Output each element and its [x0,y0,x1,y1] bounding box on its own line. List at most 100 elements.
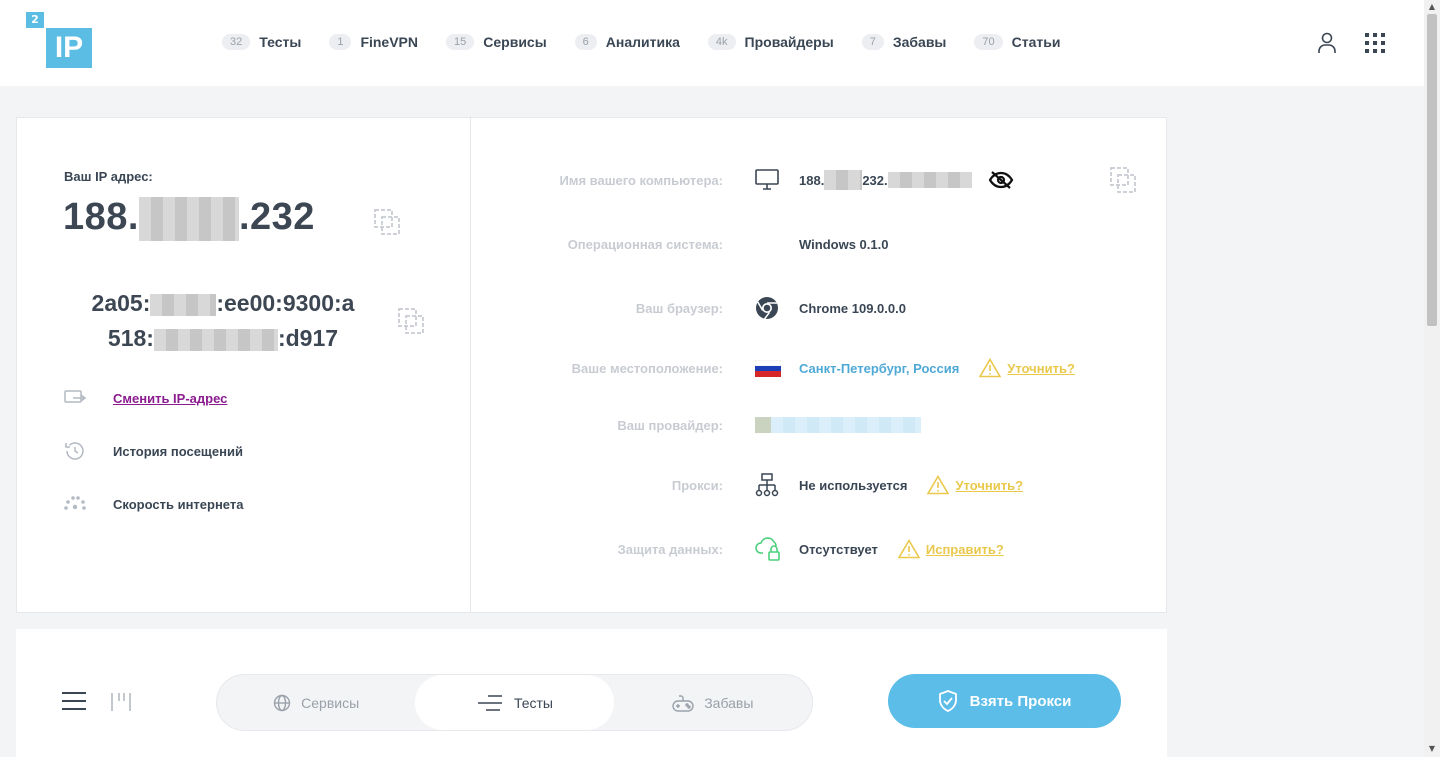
os-key: Операционная система: [567,236,723,252]
nav-label: Аналитика [605,34,680,50]
scroll-up-arrow-icon[interactable]: ▲ [1427,2,1437,12]
ipv4-prefix: 188. [63,196,139,238]
ipv6-address[interactable]: 2a05: :ee00:9300:a 518::d917 [63,286,383,356]
columns-view-icon[interactable] [110,691,132,713]
menu-hamburger-icon[interactable] [62,692,86,710]
provider-key: Ваш провайдер: [617,417,723,433]
nav-item-tests[interactable]: 32 Тесты [222,34,301,50]
tab-fun[interactable]: Забавы [614,675,812,730]
ipv4-suffix: .232 [238,196,315,238]
change-ip-label: Сменить IP-адрес [113,390,228,406]
ipv4-address[interactable]: 188. .232 [63,196,315,241]
location-refine-link[interactable]: Уточнить? [979,358,1075,378]
nav-label: FineVPN [360,34,419,50]
nav-item-analytics[interactable]: 6 Аналитика [574,34,680,50]
location-value[interactable]: Санкт-Петербург, Россия [799,361,959,376]
info-row-proxy: Прокси: Не используется Уточнить? [487,470,1147,500]
warning-icon [897,539,920,559]
nav-count: 4k [707,34,736,50]
russia-flag-icon [755,359,781,377]
history-label: История посещений [113,443,243,459]
nav-count: 15 [446,34,475,50]
page-scrollbar[interactable]: ▲ ▼ [1424,0,1440,757]
tools-card: Сервисы Тесты Забавы Взять Прокси [16,629,1167,757]
cloud-lock-icon [755,537,780,561]
nav-count: 7 [861,34,884,50]
nav-label: Провайдеры [744,34,834,50]
category-tabs: Сервисы Тесты Забавы [216,674,813,731]
nav-label: Забавы [892,34,947,50]
ipv6-part: :ee00:9300:a [216,290,355,316]
computer-name-part: 232. [862,172,888,188]
proxy-refine-link[interactable]: Уточнить? [927,475,1023,495]
speed-test-link[interactable]: Скорость интернета [63,492,243,516]
nav-count: 70 [974,34,1003,50]
tab-services[interactable]: Сервисы [217,675,415,730]
computer-name-key: Имя вашего компьютера: [559,172,723,188]
computer-name-part: 188. [799,172,825,188]
ipv6-line-1: 2a05: :ee00:9300:a [63,286,383,321]
protection-value: Отсутствует [799,541,878,557]
history-link[interactable]: История посещений [63,439,243,463]
ip-label: Ваш IP адрес: [64,169,153,184]
shield-icon [938,690,957,712]
masked-segment [824,170,863,190]
nav-count: 1 [329,34,352,50]
nav-label: Тесты [259,34,302,50]
ipv6-line-2: 518::d917 [63,321,383,356]
nav-item-providers[interactable]: 4k Провайдеры [707,34,834,50]
ipv6-part: 2a05: [91,290,151,316]
proxy-refine-label: Уточнить? [955,477,1024,493]
warning-icon [979,358,1002,378]
chrome-icon [756,297,778,320]
speed-test-label: Скорость интернета [113,496,244,512]
user-icon[interactable] [1315,31,1339,55]
location-key: Ваше местоположение: [571,360,723,376]
browser-value: Chrome 109.0.0.0 [799,300,906,316]
tab-label: Сервисы [301,694,360,711]
browser-key: Ваш браузер: [635,300,723,316]
main-nav: 32 Тесты 1 FineVPN 15 Сервисы 6 Аналитик… [222,34,1088,50]
masked-segment [150,293,217,316]
nav-item-finevpn[interactable]: 1 FineVPN [329,34,418,50]
get-proxy-button[interactable]: Взять Прокси [888,674,1121,728]
proxy-value: Не используется [799,477,908,493]
hide-eye-icon[interactable] [988,170,1014,190]
tab-tests[interactable]: Тесты [415,675,614,730]
location-refine-label: Уточнить? [1007,360,1075,376]
tab-label: Забавы [704,694,754,711]
nav-count: 32 [222,34,251,50]
site-logo[interactable]: 2 IP [26,12,92,70]
masked-segment [887,172,972,188]
scroll-thumb[interactable] [1427,14,1437,326]
protection-key: Защита данных: [617,541,723,557]
apps-grid-icon[interactable] [1363,31,1387,55]
nav-item-fun[interactable]: 7 Забавы [861,34,947,50]
copy-ipv6-icon[interactable] [397,307,425,335]
monitor-icon [755,169,779,190]
os-value: Windows 0.1.0 [799,236,889,252]
change-ip-link[interactable]: Сменить IP-адрес [63,386,227,410]
info-row-browser: Ваш браузер: Chrome 109.0.0.0 [487,293,1147,323]
nav-count: 6 [574,34,597,50]
proxy-key: Прокси: [671,477,723,493]
scroll-down-arrow-icon[interactable]: ▼ [1427,744,1437,754]
logo-text: IP [46,28,92,68]
nav-item-services[interactable]: 15 Сервисы [446,34,547,50]
tab-label: Тесты [513,694,553,711]
protection-fix-label: Исправить? [925,541,1004,557]
nav-item-articles[interactable]: 70 Статьи [974,34,1060,50]
gamepad-icon [672,694,694,712]
get-proxy-label: Взять Прокси [969,692,1072,710]
copy-computer-name-icon[interactable] [1109,166,1137,194]
info-row-computer: Имя вашего компьютера: 188. 232. [487,165,1147,195]
computer-name-value[interactable]: 188. 232. [799,170,972,190]
ip-info-card: Ваш IP адрес: 188. .232 2a05::ee00:9300:a… [16,117,1167,613]
globe-icon [273,694,291,711]
provider-value-masked [771,417,921,433]
protection-fix-link[interactable]: Исправить? [897,539,1004,559]
copy-ipv4-icon[interactable] [373,208,401,236]
header: 2 IP 32 Тесты 1 FineVPN 15 Сервисы 6 Ана… [0,0,1424,86]
info-row-protection: Защита данных: Отсутствует Исправить? [487,534,1147,564]
speedometer-icon [64,496,86,510]
